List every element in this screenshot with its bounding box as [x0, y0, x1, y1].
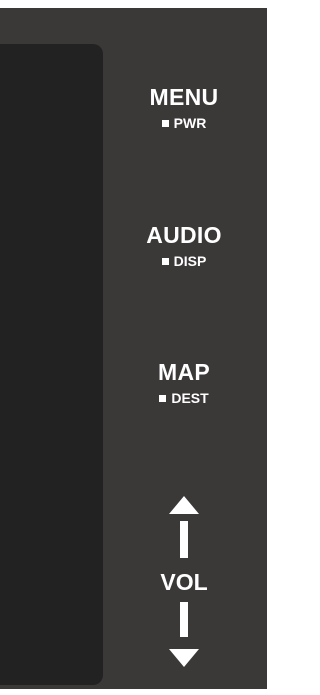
menu-secondary-label: PWR: [173, 115, 207, 131]
head-unit-panel: MENU PWR AUDIO DISP MAP DEST VOL: [0, 0, 267, 695]
volume-bar-upper: [180, 521, 188, 558]
top-edge: [0, 0, 267, 8]
audio-secondary: DISP: [130, 253, 238, 269]
menu-button[interactable]: MENU PWR: [130, 84, 238, 131]
menu-secondary: PWR: [130, 115, 238, 131]
bottom-edge: [0, 689, 267, 695]
map-secondary: DEST: [130, 390, 238, 406]
audio-button[interactable]: AUDIO DISP: [130, 222, 238, 269]
volume-down-icon[interactable]: [169, 649, 199, 667]
volume-up-icon[interactable]: [169, 496, 199, 514]
long-press-square-icon: [159, 394, 167, 402]
map-label: MAP: [157, 359, 210, 385]
long-press-square-icon: [161, 119, 169, 127]
volume-rocker: VOL: [130, 496, 238, 668]
menu-label: MENU: [149, 84, 219, 110]
volume-label: VOL: [160, 569, 208, 595]
audio-label: AUDIO: [146, 222, 222, 248]
map-button[interactable]: MAP DEST: [130, 359, 238, 406]
audio-secondary-label: DISP: [173, 253, 207, 269]
volume-bar-lower: [180, 602, 188, 637]
long-press-square-icon: [161, 257, 169, 265]
display-screen: [0, 44, 103, 685]
map-secondary-label: DEST: [171, 390, 209, 406]
